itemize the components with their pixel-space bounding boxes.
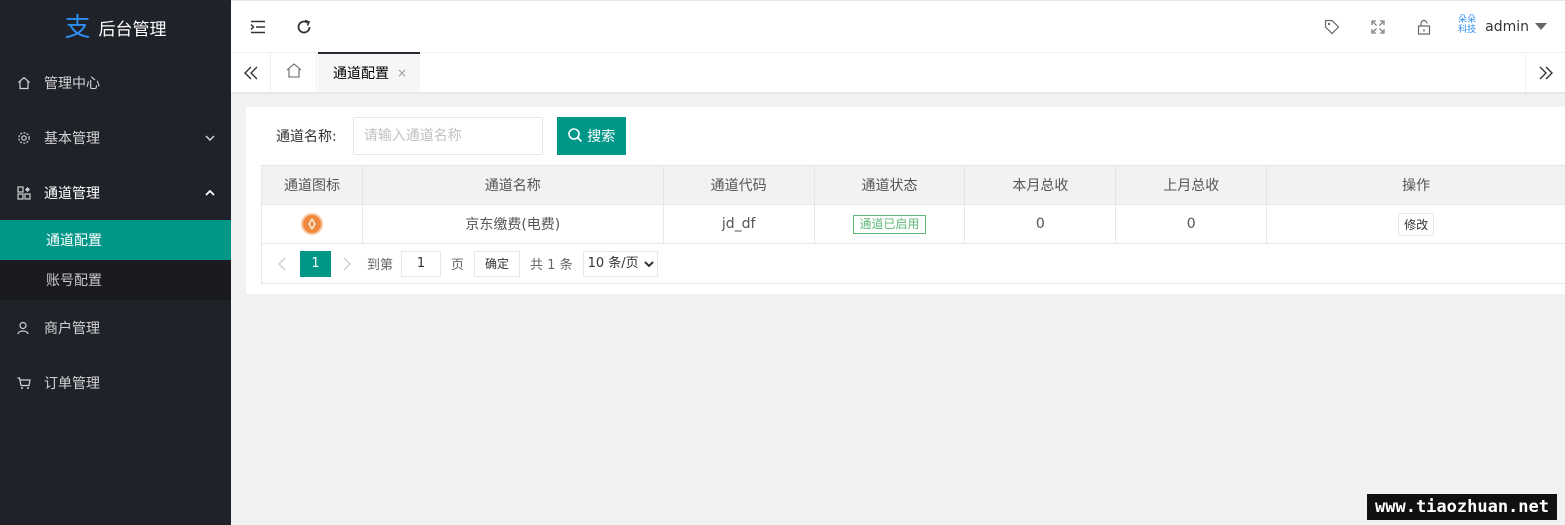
- next-page-icon[interactable]: [339, 257, 355, 271]
- home-icon: [286, 63, 302, 82]
- gear-icon: [16, 130, 32, 146]
- sidebar-subitem-account-config[interactable]: 账号配置: [0, 260, 231, 300]
- avatar: 朵朵科技: [1458, 15, 1477, 35]
- tab-channel-config[interactable]: 通道配置 ×: [318, 52, 420, 92]
- column-header: 通道名称: [361, 165, 664, 205]
- edit-button[interactable]: 修改: [1398, 212, 1435, 236]
- tab-label: 通道配置: [333, 66, 389, 82]
- channel-code-cell: jd_df: [662, 204, 815, 244]
- close-icon[interactable]: ×: [397, 66, 407, 80]
- column-header: 通道状态: [813, 165, 966, 205]
- table-row: 京东缴费(电费) jd_df 通道已启用 0 0 修改: [261, 204, 1565, 244]
- sidebar-item-channel[interactable]: 通道管理: [0, 165, 231, 220]
- sidebar-item-label: 商户管理: [44, 320, 100, 337]
- sidebar-item-label: 订单管理: [44, 375, 100, 392]
- total-count: 共 1 条: [530, 258, 573, 273]
- sidebar-item-label: 基本管理: [44, 130, 100, 147]
- sidebar-menu: 管理中心 基本管理 通道管理 通道配置 账号配置 商户管理 订单管理: [0, 55, 231, 410]
- tag-icon[interactable]: [1322, 17, 1342, 37]
- sidebar-item-dashboard[interactable]: 管理中心: [0, 55, 231, 110]
- watermark: www.tiaozhuan.net: [1367, 494, 1557, 520]
- goto-page-input[interactable]: [401, 250, 442, 277]
- channel-logo-icon: [300, 213, 323, 235]
- page-size-select[interactable]: 10 条/页: [582, 250, 658, 277]
- column-header: 通道代码: [662, 165, 815, 205]
- sidebar-item-basic[interactable]: 基本管理: [0, 110, 231, 165]
- column-header: 操作: [1266, 165, 1565, 205]
- logo-mark: 支: [64, 12, 91, 43]
- user-icon: [16, 320, 32, 336]
- apps-icon: [16, 185, 32, 201]
- tabs-scroll-left-icon[interactable]: [231, 53, 271, 92]
- chevron-down-icon: [205, 133, 215, 143]
- column-header: 上月总收: [1115, 165, 1268, 205]
- page-unit-label: 页: [451, 258, 465, 273]
- channel-table: 通道图标 通道名称 通道代码 通道状态 本月总收 上月总收 操作 京东缴费(电费…: [261, 165, 1565, 244]
- page-number-current[interactable]: 1: [300, 250, 331, 277]
- tab-home[interactable]: [271, 53, 317, 92]
- pagination: 1 到第 页 确定 共 1 条 10 条/页: [261, 244, 1565, 284]
- goto-confirm-button[interactable]: 确定: [474, 250, 521, 277]
- caret-down-icon: [1535, 19, 1547, 35]
- fullscreen-icon[interactable]: [1368, 17, 1388, 37]
- sidebar-item-merchant[interactable]: 商户管理: [0, 300, 231, 355]
- this-month-total-cell: 0: [964, 204, 1117, 244]
- search-button-label: 搜索: [587, 128, 616, 144]
- cart-icon: [16, 375, 32, 391]
- content-card: 通道名称: 搜索 通道图标 通道名称 通道代码 通道状态 本月总收 上月总收 操…: [246, 107, 1565, 294]
- column-header: 通道图标: [261, 165, 363, 205]
- sidebar: 支 后台管理 管理中心 基本管理 通道管理 通道配置 账号配置 商户管理 订单管…: [0, 0, 231, 525]
- search-label: 通道名称:: [276, 129, 337, 145]
- logo[interactable]: 支 后台管理: [0, 0, 231, 55]
- sidebar-submenu: 通道配置 账号配置: [0, 220, 231, 300]
- last-month-total-cell: 0: [1115, 204, 1268, 244]
- username: admin: [1485, 19, 1529, 35]
- goto-label: 到第: [367, 258, 394, 273]
- lock-icon[interactable]: [1414, 17, 1434, 37]
- home-icon: [16, 75, 32, 91]
- refresh-icon[interactable]: [294, 17, 314, 37]
- tab-bar: 通道配置 ×: [231, 52, 1565, 93]
- sidebar-item-label: 管理中心: [44, 75, 100, 92]
- column-header: 本月总收: [964, 165, 1117, 205]
- channel-name-cell: 京东缴费(电费): [361, 204, 664, 244]
- prev-page-icon[interactable]: [274, 257, 290, 271]
- search-form: 通道名称: 搜索: [276, 117, 626, 155]
- status-badge: 通道已启用: [853, 214, 926, 234]
- sidebar-item-label: 通道管理: [44, 185, 100, 202]
- table-header-row: 通道图标 通道名称 通道代码 通道状态 本月总收 上月总收 操作: [261, 165, 1565, 205]
- sidebar-item-order[interactable]: 订单管理: [0, 355, 231, 410]
- sidebar-subitem-channel-config[interactable]: 通道配置: [0, 220, 231, 260]
- menu-toggle-icon[interactable]: [248, 17, 268, 37]
- channel-name-input[interactable]: [352, 117, 543, 155]
- search-icon: [567, 127, 583, 146]
- app-title: 后台管理: [98, 20, 167, 40]
- top-header: 朵朵科技 admin: [231, 0, 1565, 53]
- chevron-up-icon: [205, 188, 215, 198]
- user-menu[interactable]: 朵朵科技 admin: [1455, 15, 1547, 39]
- search-button[interactable]: 搜索: [556, 117, 626, 155]
- tabs-scroll-right-icon[interactable]: [1525, 53, 1565, 92]
